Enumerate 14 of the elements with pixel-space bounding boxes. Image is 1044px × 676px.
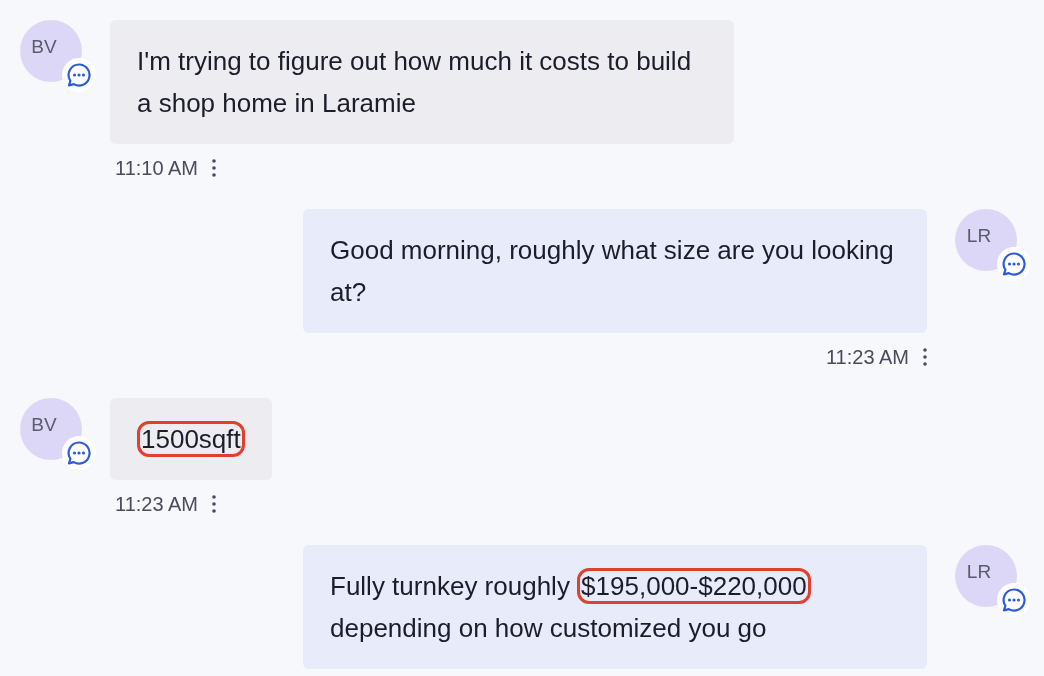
message-text: I'm trying to figure out how much it costs to build a shop home in Laramie [137,45,693,120]
timestamp: 11:10 AM [115,156,199,180]
message-text: 1500sqft [137,418,245,460]
avatar-initials: LR [966,225,992,247]
timestamp: 11:23 AM [115,492,199,516]
message-text: Good morning, roughly what size are you looking at? [330,234,895,309]
more-icon[interactable] [212,159,217,177]
avatar-initials: BV [31,414,57,436]
avatar-initials: BV [31,36,57,58]
timestamp: 11:23 AM [825,345,909,369]
more-icon[interactable] [923,348,927,366]
message-text: Fully turnkey roughly $195,000-$220,000 depending on how customized you go [330,565,900,649]
avatar-initials: LR [966,561,992,583]
more-icon[interactable] [212,495,217,513]
